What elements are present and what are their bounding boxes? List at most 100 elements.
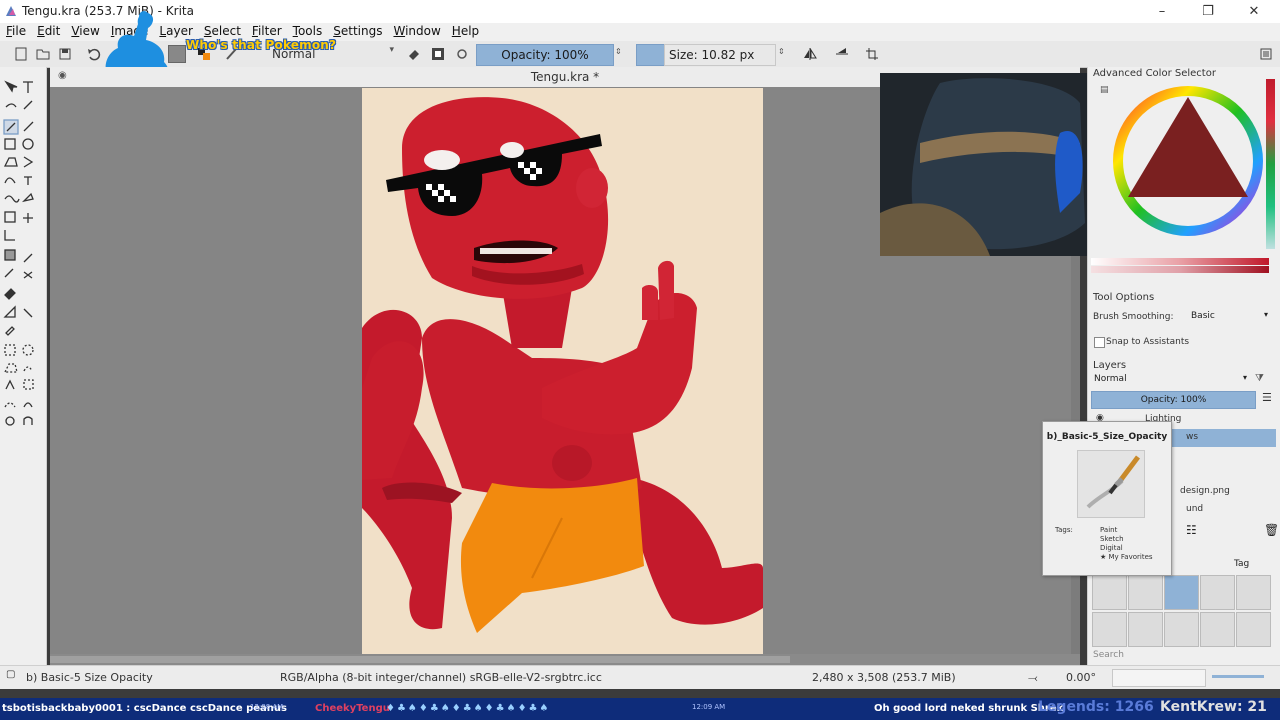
chevron-down-icon: ▾: [1263, 310, 1268, 319]
contiguous-select-tool-icon: [5, 379, 15, 390]
rectangle-tool-icon: [4, 138, 16, 150]
polygon-select-tool-icon: [3, 363, 18, 373]
color-selector-title: Advanced Color Selector: [1093, 68, 1216, 79]
brush-preset[interactable]: [1128, 575, 1163, 610]
webcam-image: [880, 73, 1087, 256]
calligraphy-tool-icon: [23, 100, 33, 110]
menu-window[interactable]: Window: [387, 23, 445, 38]
webcam-overlay: [880, 73, 1087, 256]
tag-item: Paint: [1100, 526, 1118, 534]
size-spin-icon[interactable]: ⇕: [778, 47, 785, 56]
krew-counter: KentKrew: 21: [1160, 699, 1267, 715]
brush-preset[interactable]: [1236, 575, 1271, 610]
layer-properties-icon[interactable]: ☰: [1262, 391, 1272, 404]
chat-username: CheekyTengu: [315, 703, 390, 714]
brush-preview-image: [1077, 450, 1145, 518]
layer-name: und: [1186, 504, 1204, 514]
brush-smoothing-select[interactable]: Basic ▾: [1186, 309, 1272, 324]
saturation-slider[interactable]: [1091, 266, 1269, 273]
zoom-slider[interactable]: [1212, 675, 1264, 678]
drawing-canvas[interactable]: [362, 88, 763, 654]
filter-icon[interactable]: ⧩: [1255, 373, 1264, 384]
rect-select-tool-icon: [4, 344, 16, 356]
delete-layer-icon[interactable]: 🗑: [1264, 523, 1279, 537]
multibrush-tool-icon: [21, 192, 34, 203]
legends-counter: Legends: 1266: [1038, 699, 1154, 715]
chevron-down-icon: ▾: [1242, 373, 1247, 382]
layer-blend-value: Normal: [1094, 374, 1127, 384]
menu-file[interactable]: File: [0, 23, 31, 38]
color-picker-tool-icon: [23, 253, 33, 263]
horizontal-scrollbar[interactable]: [50, 654, 1080, 665]
ellipse-tool-icon: [22, 138, 34, 150]
brush-preset[interactable]: [1092, 575, 1127, 610]
chat-timestamp: 12:08 AM: [250, 703, 284, 711]
chat-emotes: ♦♣♠♦♣♠♦♣♠♦♣♠♦♣♠: [386, 703, 551, 714]
rotate-icon[interactable]: ⤙: [1028, 671, 1038, 686]
snap-checkbox[interactable]: [1094, 337, 1105, 348]
maximize-button[interactable]: ❐: [1185, 0, 1231, 23]
size-slider[interactable]: Size: 10.82 px: [664, 44, 776, 66]
hamburger-menu-icon[interactable]: [1258, 46, 1274, 62]
tag-label: Tag: [1234, 559, 1250, 569]
gradient-tool-icon: [4, 249, 16, 261]
brush-preset[interactable]: [1200, 575, 1235, 610]
brush-preset[interactable]: [1128, 612, 1163, 647]
brush-search-input[interactable]: Search: [1093, 650, 1124, 660]
size-slider-fill[interactable]: [636, 44, 666, 66]
tag-select[interactable]: Tag: [1224, 558, 1272, 572]
brush-preset[interactable]: [1164, 612, 1199, 647]
brush-preset-selected[interactable]: [1164, 575, 1199, 610]
polyline-tool-icon: [23, 156, 34, 168]
tengu-artwork: [362, 97, 763, 633]
layer-opacity-slider[interactable]: Opacity: 100%: [1091, 391, 1256, 409]
color-space-info: RGB/Alpha (8-bit integer/channel) sRGB-e…: [280, 671, 602, 684]
snap-label: Snap to Assistants: [1106, 337, 1190, 347]
tool-options-title: Tool Options: [1093, 292, 1155, 303]
hue-slider-top[interactable]: [1091, 258, 1269, 265]
color-history-strip[interactable]: [1266, 79, 1275, 249]
brush-preset[interactable]: [1236, 612, 1271, 647]
color-wheel[interactable]: [1108, 79, 1268, 249]
fill-tool-icon: [4, 288, 16, 300]
layers-title: Layers: [1093, 360, 1127, 371]
new-document-icon[interactable]: [13, 46, 29, 62]
brush-preset[interactable]: [1200, 612, 1235, 647]
menu-help[interactable]: Help: [446, 23, 484, 38]
current-brush-name: b) Basic-5 Size Opacity: [26, 671, 153, 684]
minimize-button[interactable]: –: [1139, 0, 1185, 23]
chevron-down-icon: ▾: [389, 45, 394, 55]
opacity-spin-icon[interactable]: ⇕: [615, 47, 622, 56]
save-icon[interactable]: [57, 46, 73, 62]
reference-tool-icon: [23, 308, 33, 318]
pokemon-caption: Who's that Pokemon?: [186, 38, 337, 52]
tag-item: Digital: [1100, 544, 1123, 552]
brush-preset[interactable]: [1092, 612, 1127, 647]
transform-tool-icon: [4, 211, 16, 223]
eraser-mode-icon[interactable]: [406, 46, 422, 62]
polygon-tool-icon: [3, 157, 18, 167]
layer-blend-select[interactable]: Normal ▾: [1091, 373, 1251, 387]
ellipse-select-tool-icon: [22, 344, 34, 356]
image-dimensions: 2,480 x 3,508 (253.7 MiB): [812, 671, 956, 684]
layer-options-icon[interactable]: ☷: [1186, 523, 1197, 537]
crop-tool-icon: [4, 230, 15, 241]
wrap-around-icon[interactable]: [864, 46, 880, 62]
line-tool-icon: [23, 121, 34, 132]
horizontal-scroll-thumb[interactable]: [50, 656, 790, 663]
magnetic-select-tool-icon: [23, 402, 33, 408]
preserve-alpha-icon[interactable]: [430, 46, 446, 62]
menu-view[interactable]: View: [65, 23, 104, 38]
opacity-slider[interactable]: Opacity: 100%: [476, 44, 614, 66]
mirror-horizontal-icon[interactable]: [802, 46, 818, 62]
chat-message: Oh good lord neked shrunk Shrek: [874, 703, 1064, 714]
menu-edit[interactable]: Edit: [31, 23, 65, 38]
mirror-vertical-icon[interactable]: [834, 46, 850, 62]
zoom-select[interactable]: [1112, 669, 1206, 687]
dynamic-brush-tool-icon: [4, 195, 20, 203]
text-tool-icon: [23, 81, 33, 93]
reload-preset-icon[interactable]: [454, 46, 470, 62]
move-tool-icon: [23, 213, 33, 223]
close-button[interactable]: ✕: [1231, 0, 1277, 23]
open-folder-icon[interactable]: [35, 46, 51, 62]
